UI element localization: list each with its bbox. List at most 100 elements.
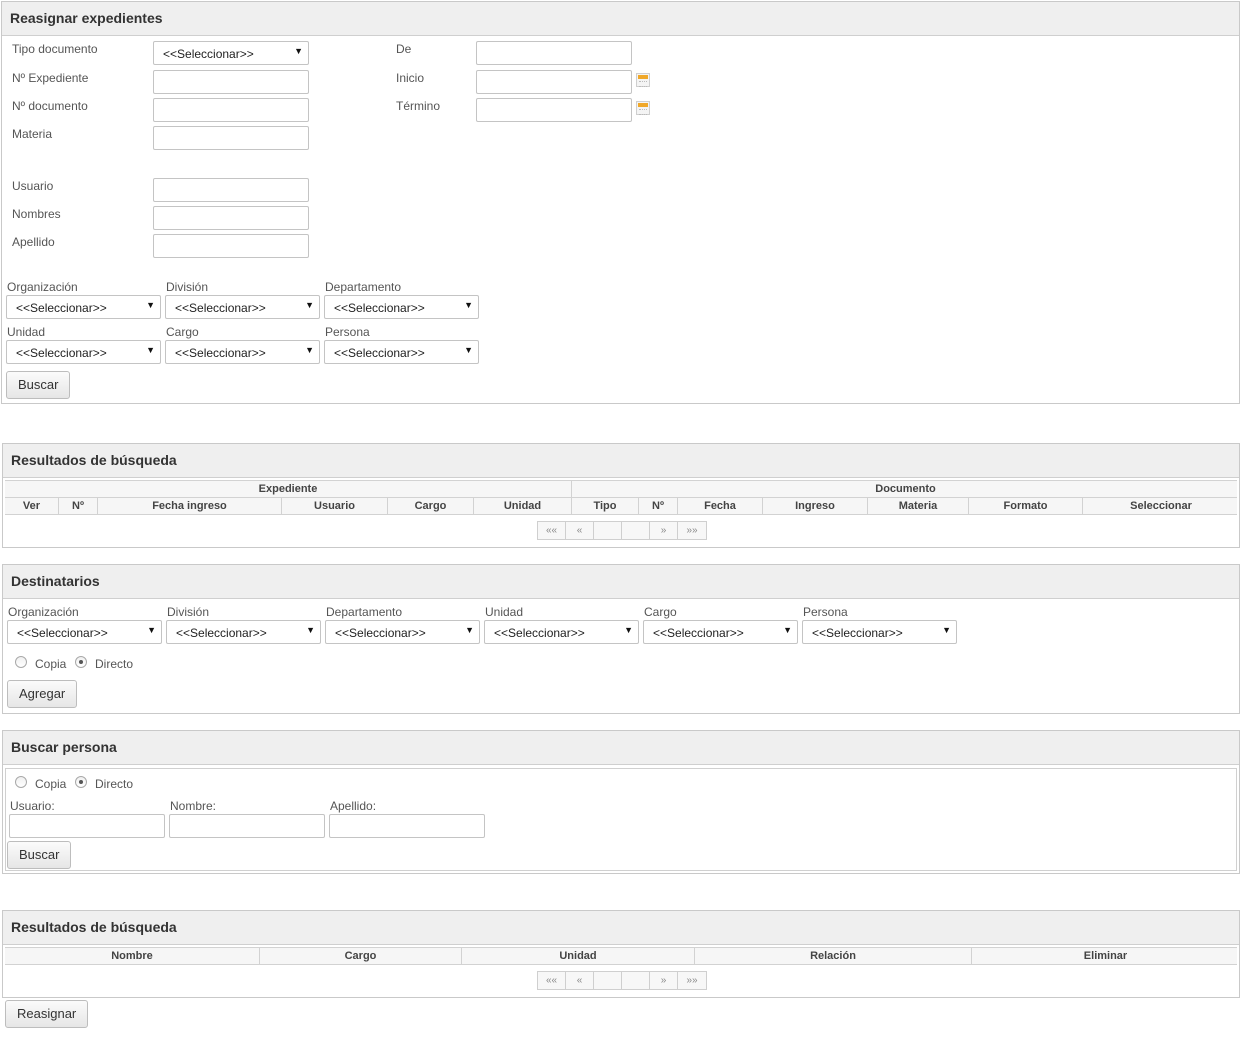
n-expediente-input[interactable] (153, 70, 309, 94)
last-page-button[interactable]: »» (678, 522, 706, 539)
copia-radio[interactable] (15, 776, 27, 788)
persona-select[interactable]: <<Seleccionar>> ▼ (802, 620, 957, 644)
dropdown-arrow-icon: ▼ (464, 300, 473, 310)
departamento-select[interactable]: <<Seleccionar>> ▼ (324, 295, 479, 319)
organizacion-select[interactable]: <<Seleccionar>> ▼ (6, 295, 161, 319)
column-header[interactable]: Nº (59, 498, 98, 514)
usuario-input[interactable] (153, 178, 309, 202)
select-value: <<Seleccionar>> (494, 626, 585, 640)
panel-title: Buscar persona (11, 739, 117, 755)
person-results-panel: Resultados de búsqueda Nombre Cargo Unid… (2, 910, 1240, 998)
calendar-icon[interactable] (636, 101, 650, 115)
unidad-select[interactable]: <<Seleccionar>> ▼ (6, 340, 161, 364)
directo-radio[interactable] (75, 776, 87, 788)
column-header[interactable]: Nombre (5, 948, 260, 964)
de-input[interactable] (476, 41, 632, 65)
copia-radio[interactable] (15, 656, 27, 668)
search-button[interactable]: Buscar (7, 841, 72, 869)
cargo-select[interactable]: <<Seleccionar>> ▼ (165, 340, 320, 364)
dropdown-arrow-icon: ▼ (465, 625, 474, 635)
prev-page-button[interactable]: « (566, 972, 594, 989)
column-header[interactable]: Usuario (282, 498, 388, 514)
cargo-select[interactable]: <<Seleccionar>> ▼ (643, 620, 798, 644)
dropdown-arrow-icon: ▼ (942, 625, 951, 635)
search-button[interactable]: Buscar (6, 371, 71, 399)
results-panel-header: Resultados de búsqueda (3, 444, 1239, 478)
directo-label: Directo (95, 777, 134, 791)
dropdown-arrow-icon: ▼ (305, 300, 314, 310)
departamento-label: Departamento (325, 280, 402, 294)
panel-title: Reasignar expedientes (10, 10, 163, 26)
select-value: <<Seleccionar>> (163, 47, 254, 61)
column-header[interactable]: Ingreso (763, 498, 868, 514)
last-page-button[interactable]: »» (678, 972, 706, 989)
page-slot (594, 522, 622, 539)
first-page-button[interactable]: «« (538, 972, 566, 989)
pagination: «« « » »» (537, 971, 707, 990)
unidad-select[interactable]: <<Seleccionar>> ▼ (484, 620, 639, 644)
de-label: De (396, 42, 412, 56)
calendar-icon[interactable] (636, 73, 650, 87)
apellido-input[interactable] (153, 234, 309, 258)
first-page-button[interactable]: «« (538, 522, 566, 539)
inicio-label: Inicio (396, 71, 425, 85)
usuario-label: Usuario (12, 179, 54, 193)
nombre-label: Nombre: (170, 799, 217, 813)
column-header[interactable]: Fecha ingreso (98, 498, 282, 514)
prev-page-button[interactable]: « (566, 522, 594, 539)
next-page-button[interactable]: » (650, 522, 678, 539)
apellido-input[interactable] (329, 814, 485, 838)
column-header[interactable]: Unidad (474, 498, 572, 514)
unidad-label: Unidad (7, 325, 46, 339)
column-header[interactable]: Cargo (260, 948, 462, 964)
next-page-button[interactable]: » (650, 972, 678, 989)
group-expediente: Expediente (5, 481, 572, 498)
copia-label: Copia (35, 777, 67, 791)
apellido-label: Apellido: (330, 799, 377, 813)
panel-title: Resultados de búsqueda (11, 919, 177, 935)
directo-radio[interactable] (75, 656, 87, 668)
reassign-panel-header: Reasignar expedientes (2, 2, 1239, 36)
inicio-date-input[interactable] (476, 70, 632, 94)
apellido-label: Apellido (12, 235, 55, 249)
add-button[interactable]: Agregar (7, 680, 78, 708)
select-value: <<Seleccionar>> (16, 346, 107, 360)
cargo-label: Cargo (644, 605, 677, 619)
termino-date-input[interactable] (476, 98, 632, 122)
tipo-documento-label: Tipo documento (12, 42, 98, 56)
column-header[interactable]: Formato (969, 498, 1083, 514)
panel-title: Destinatarios (11, 573, 100, 589)
person-search-panel: Buscar persona Copia Directo Usuario: No… (2, 730, 1240, 874)
nombres-input[interactable] (153, 206, 309, 230)
column-header[interactable]: Relación (695, 948, 972, 964)
column-header[interactable]: Cargo (388, 498, 474, 514)
recipients-panel-header: Destinatarios (3, 565, 1239, 599)
organizacion-select[interactable]: <<Seleccionar>> ▼ (7, 620, 162, 644)
nombre-input[interactable] (169, 814, 325, 838)
select-value: <<Seleccionar>> (17, 626, 108, 640)
n-documento-input[interactable] (153, 98, 309, 122)
column-header[interactable]: Ver (5, 498, 59, 514)
column-header[interactable]: Materia (868, 498, 969, 514)
usuario-input[interactable] (9, 814, 165, 838)
tipo-documento-select[interactable]: <<Seleccionar>> ▼ (153, 41, 309, 65)
division-label: División (166, 280, 209, 294)
departamento-select[interactable]: <<Seleccionar>> ▼ (325, 620, 480, 644)
persona-select[interactable]: <<Seleccionar>> ▼ (324, 340, 479, 364)
reassign-button[interactable]: Reasignar (5, 1000, 89, 1028)
column-header[interactable]: Unidad (462, 948, 695, 964)
column-header[interactable]: Nº (639, 498, 678, 514)
organizacion-label: Organización (8, 605, 79, 619)
division-select[interactable]: <<Seleccionar>> ▼ (165, 295, 320, 319)
column-header[interactable]: Seleccionar (1083, 498, 1239, 514)
column-header[interactable]: Tipo (572, 498, 639, 514)
materia-input[interactable] (153, 126, 309, 150)
division-select[interactable]: <<Seleccionar>> ▼ (166, 620, 321, 644)
dropdown-arrow-icon: ▼ (146, 345, 155, 355)
column-header[interactable]: Fecha (678, 498, 763, 514)
reassign-panel: Reasignar expedientes Tipo documento <<S… (1, 1, 1240, 404)
persona-label: Persona (803, 605, 848, 619)
column-header[interactable]: Eliminar (972, 948, 1239, 964)
select-value: <<Seleccionar>> (175, 346, 266, 360)
recipients-panel: Destinatarios Organización <<Seleccionar… (2, 564, 1240, 714)
